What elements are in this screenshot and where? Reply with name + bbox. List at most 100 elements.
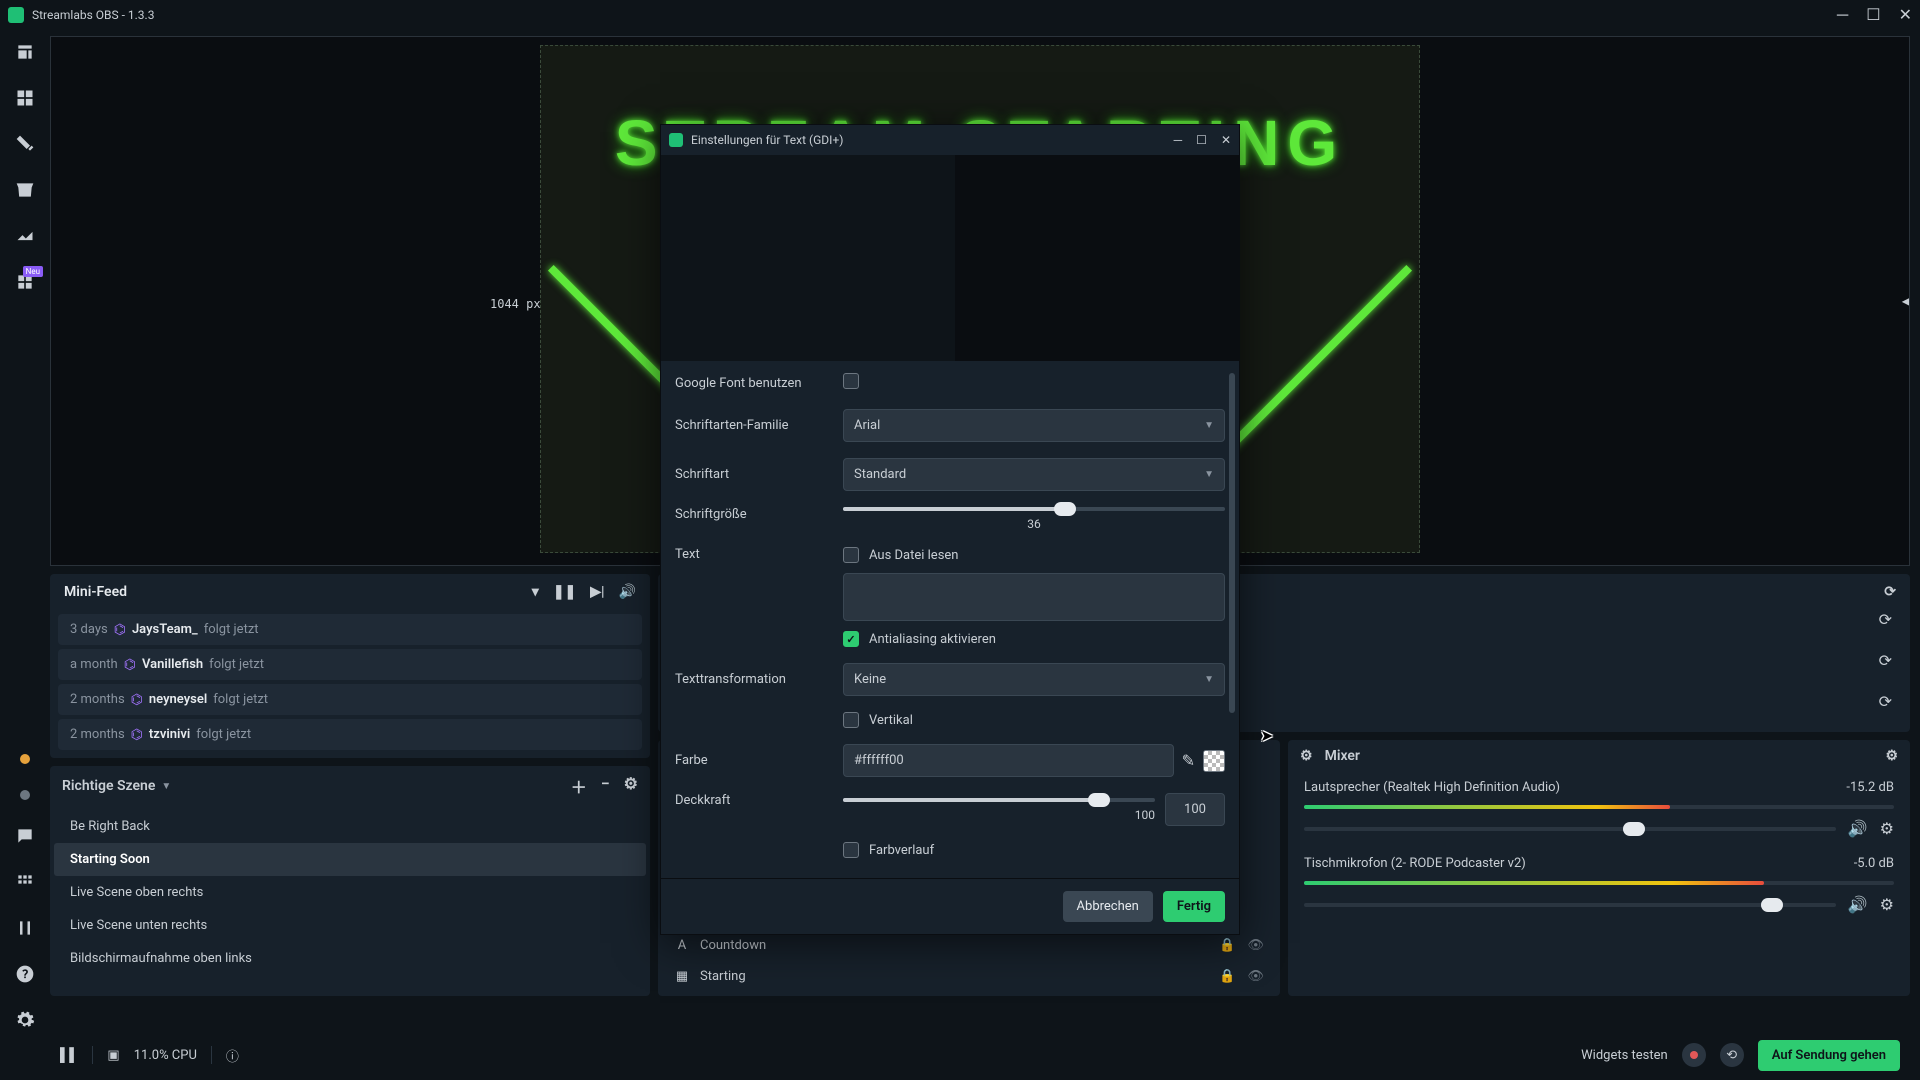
nav-studio-icon[interactable] [15,918,35,938]
nav-help-icon[interactable] [15,964,35,984]
nav-dashboard-icon[interactable] [15,226,35,246]
statusbar-divider [211,1046,212,1064]
chevron-down-icon: ▼ [1204,674,1214,685]
nav-themes-icon[interactable] [15,134,35,154]
go-live-button[interactable]: Auf Sendung gehen [1758,1040,1900,1071]
preview-height-label: 1044 px [490,297,541,311]
left-sidebar: Neu [0,30,50,1080]
window-minimize-icon[interactable]: ─ [1837,5,1848,25]
label-font-size: Schriftgröße [675,507,831,522]
nav-settings-icon[interactable] [15,1010,35,1030]
mixer-mute-icon[interactable]: 🔊 [1848,895,1868,914]
label-gradient: Farbverlauf [869,843,934,858]
scene-row[interactable]: Starting Soon [54,843,646,876]
nav-layout-icon[interactable] [15,88,35,108]
dialog-maximize-icon[interactable]: ☐ [1196,133,1207,147]
checkbox-vertical[interactable] [843,712,859,728]
feed-row[interactable]: 2 months⌬tzvinivifolgt jetzt [58,719,642,750]
select-font-family[interactable]: Arial ▼ [843,409,1225,442]
select-text-transform[interactable]: Keine ▼ [843,663,1225,696]
scene-settings-icon[interactable]: ⚙ [624,774,638,798]
source-lock-icon[interactable]: 🔒 [1219,969,1235,984]
source-label: Countdown [700,938,766,953]
done-button[interactable]: Fertig [1163,891,1225,922]
minifeed-mute-icon[interactable]: 🔊 [619,584,636,600]
status-indicator-warning[interactable] [20,754,30,764]
eyedropper-icon[interactable]: ✎ [1182,751,1195,770]
scene-collection-dropdown-icon[interactable]: ▼ [161,781,171,792]
mixer-channel-settings-icon[interactable]: ⚙ [1880,819,1894,838]
source-lock-icon[interactable]: 🔒 [1219,938,1235,953]
nav-grid-icon[interactable] [15,872,35,892]
status-indicator-idle[interactable] [20,790,30,800]
scene-row[interactable]: Live Scene unten rechts [54,909,646,942]
mixer-channel-settings-icon[interactable]: ⚙ [1880,895,1894,914]
mixer-advanced-icon[interactable]: ⚙ [1300,748,1313,764]
nav-editor-icon[interactable] [15,42,35,62]
widgets-test-button[interactable]: Widgets testen [1581,1048,1668,1063]
feed-replay-1-icon[interactable]: ⟳ [1884,584,1896,600]
label-font-style: Schriftart [675,467,831,482]
statusbar-info-icon[interactable]: ⓘ [226,1046,239,1065]
slider-opacity[interactable] [843,798,1155,802]
dialog-close-icon[interactable]: ✕ [1221,133,1231,147]
source-visibility-icon[interactable]: 👁 [1247,969,1264,984]
feed-action: folgt jetzt [204,622,259,637]
minifeed-skip-icon[interactable]: ▶| [590,584,604,600]
input-opacity-number[interactable]: 100 [1165,793,1225,826]
window-close-icon[interactable]: ✕ [1899,5,1912,25]
feed-row[interactable]: 2 months⌬neyneyselfolgt jetzt [58,684,642,715]
dialog-titlebar[interactable]: Einstellungen für Text (GDI+) ─ ☐ ✕ [661,125,1239,155]
scene-row[interactable]: Be Right Back [54,810,646,843]
select-font-style[interactable]: Standard ▼ [843,458,1225,491]
checkbox-gradient[interactable] [843,842,859,858]
label-vertical: Vertikal [869,713,913,728]
twitch-icon: ⌬ [131,728,143,742]
mixer-fader[interactable] [1304,903,1836,907]
feed-action: folgt jetzt [213,692,268,707]
window-maximize-icon[interactable]: ☐ [1866,5,1880,25]
checkbox-antialias[interactable] [843,631,859,647]
feed-row[interactable]: 3 days⌬JaysTeam_folgt jetzt [58,614,642,645]
cancel-button[interactable]: Abbrechen [1063,891,1153,922]
feed-username: JaysTeam_ [132,622,198,637]
nav-chat-icon[interactable] [15,826,35,846]
source-row[interactable]: ▦Starting🔒👁 [662,961,1276,992]
feed-replay-4-icon[interactable]: ⟳ [1879,692,1892,711]
dialog-minimize-icon[interactable]: ─ [1174,133,1183,147]
feed-row[interactable]: a month⌬Vanillefishfolgt jetzt [58,649,642,680]
feed-replay-3-icon[interactable]: ⟳ [1879,651,1892,670]
checkbox-google-font[interactable] [843,373,859,389]
minifeed-filter-icon[interactable]: ▾ [532,584,539,600]
feed-replay-2-icon[interactable]: ⟳ [1879,610,1892,629]
statusbar-stats-icon[interactable]: ▌▌ [60,1047,78,1063]
slider-font-size[interactable] [843,507,1225,511]
scene-row[interactable]: Bildschirmaufnahme oben links [54,942,646,975]
input-opacity-number-value: 100 [1184,802,1206,817]
select-font-family-value: Arial [854,418,880,433]
label-antialias: Antialiasing aktivieren [869,632,996,647]
source-visibility-icon[interactable]: 👁 [1247,938,1264,953]
mixer-settings-icon[interactable]: ⚙ [1885,748,1898,764]
chevron-down-icon: ▼ [1204,420,1214,431]
scene-collection-label[interactable]: Richtige Szene [62,778,155,794]
checkbox-read-file[interactable] [843,547,859,563]
mixer-fader[interactable] [1304,827,1836,831]
textarea-text[interactable] [843,573,1225,621]
feed-action: folgt jetzt [209,657,264,672]
scene-remove-icon[interactable]: − [601,774,610,798]
minifeed-pause-icon[interactable]: ❚❚ [553,584,576,600]
nav-store-icon[interactable] [15,180,35,200]
record-button[interactable] [1682,1043,1706,1067]
replay-buffer-button[interactable]: ⟲ [1720,1043,1744,1067]
new-badge: Neu [23,266,43,277]
dialog-scrollbar[interactable] [1229,373,1235,713]
preview-collapse-handle[interactable]: ◀ [1902,294,1910,308]
minifeed-title: Mini-Feed [64,584,127,600]
mixer-mute-icon[interactable]: 🔊 [1848,819,1868,838]
scene-row[interactable]: Live Scene oben rechts [54,876,646,909]
scene-add-icon[interactable]: ＋ [571,774,587,798]
color-swatch[interactable] [1203,750,1225,772]
feed-action: folgt jetzt [196,727,251,742]
input-color-hex[interactable]: #ffffff00 [843,744,1174,777]
